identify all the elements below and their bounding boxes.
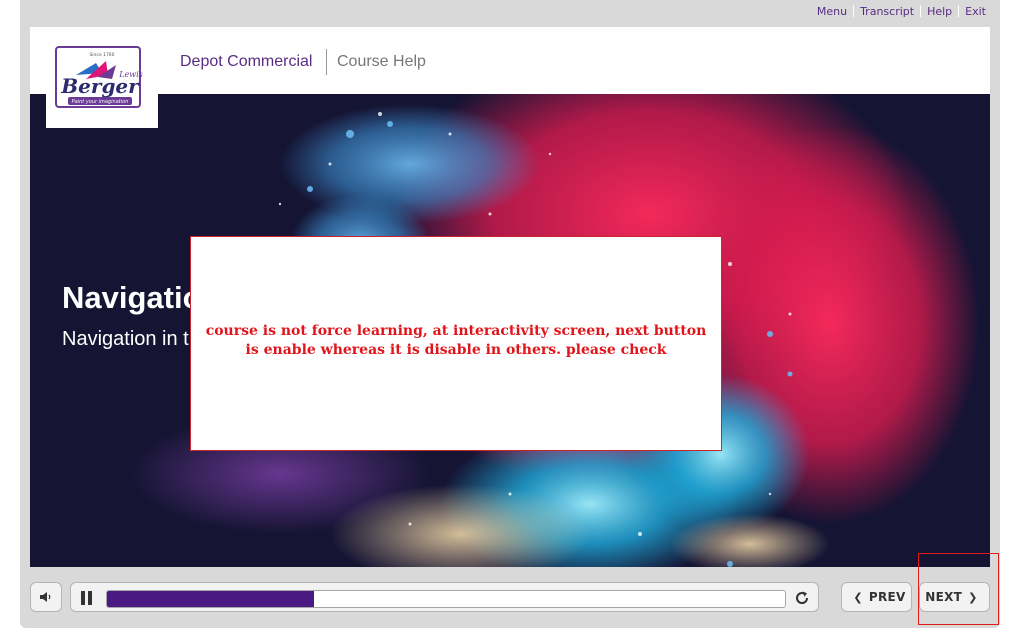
next-button[interactable]: NEXT ❯ bbox=[919, 582, 990, 612]
berger-logo: Since 1760 Lewis Berger Paint your imagi… bbox=[46, 27, 158, 128]
top-nav-divider bbox=[853, 5, 855, 17]
pause-icon[interactable] bbox=[81, 591, 93, 605]
player-controls: ❮ PREV NEXT ❯ bbox=[30, 580, 990, 614]
exit-link[interactable]: Exit bbox=[965, 5, 986, 18]
svg-text:Paint your imagination: Paint your imagination bbox=[72, 99, 129, 105]
speaker-icon bbox=[40, 592, 51, 602]
next-button-label: NEXT bbox=[925, 590, 963, 604]
svg-text:Berger: Berger bbox=[60, 74, 140, 98]
top-nav: Menu Transcript Help Exit bbox=[817, 4, 986, 18]
playback-bar bbox=[70, 582, 819, 612]
transcript-link[interactable]: Transcript bbox=[860, 5, 914, 18]
review-comment-text: course is not force learning, at interac… bbox=[205, 322, 707, 358]
progress-fill bbox=[107, 591, 314, 607]
help-link[interactable]: Help bbox=[927, 5, 952, 18]
slide-title: Navigatio bbox=[62, 280, 202, 315]
svg-text:Since 1760: Since 1760 bbox=[89, 52, 114, 58]
progress-track[interactable] bbox=[106, 590, 786, 608]
slide-subtitle: Navigation in t bbox=[62, 328, 189, 350]
course-title: Depot Commercial bbox=[180, 53, 313, 70]
header-divider bbox=[326, 49, 327, 75]
review-comment-box: course is not force learning, at interac… bbox=[190, 236, 722, 451]
top-nav-divider bbox=[958, 5, 960, 17]
course-help-link[interactable]: Course Help bbox=[337, 53, 426, 71]
chevron-left-icon: ❮ bbox=[853, 590, 863, 604]
volume-button[interactable] bbox=[30, 582, 62, 612]
prev-button-label: PREV bbox=[868, 590, 906, 604]
chevron-right-icon: ❯ bbox=[968, 590, 978, 604]
course-header: Since 1760 Lewis Berger Paint your imagi… bbox=[30, 27, 990, 128]
replay-icon[interactable] bbox=[792, 588, 812, 608]
menu-link[interactable]: Menu bbox=[817, 5, 847, 18]
top-nav-divider bbox=[920, 5, 922, 17]
prev-button[interactable]: ❮ PREV bbox=[841, 582, 912, 612]
